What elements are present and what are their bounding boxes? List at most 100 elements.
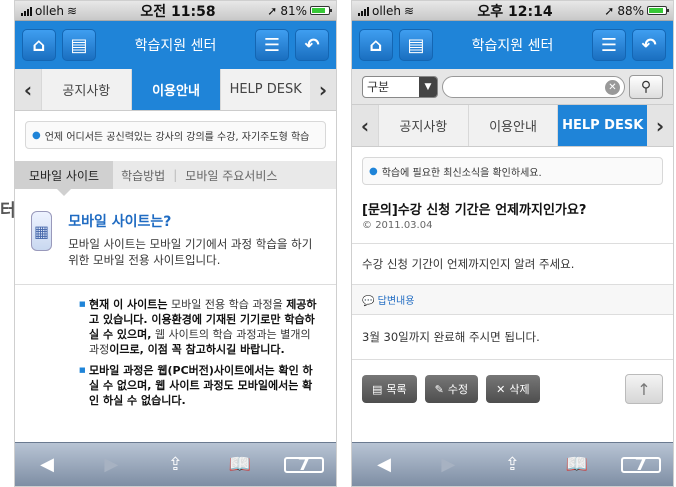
question-date: 2011.03.04 [375,220,433,231]
notice-box: ● 언제 어디서든 공신력있는 강사의 강의를 수강, 자기주도형 학습 [25,121,326,149]
subtab-mobile-services[interactable]: 모바일 주요서비스 [177,167,285,184]
battery-text: 81% [280,3,307,18]
phone-screen-2: olleh ≋ 오후 12:14 ➚ 88% ⌂ ▤ 학습지원 센터 ☰ ↶ 구… [351,0,674,487]
category-select-value: 구분 [367,80,390,94]
document-icon: ▤ [372,382,383,396]
clock: 오후 12:14 [477,3,553,20]
home-icon[interactable]: ⌂ [359,29,393,61]
list-item-text: 모바일 전용 학습 과정을 [167,298,287,311]
list-item-bold: 현재 이 사이트는 [89,298,168,311]
answer-label: 답변내용 [377,296,415,307]
home-icon[interactable]: ⌂ [22,29,56,61]
back-arrow-icon[interactable]: ◀ [364,454,404,475]
tab-guide[interactable]: 이용안내 [467,105,558,146]
list-item-bold: 모바일 과정은 웹(PC버전)사이트에서는 확인 하실 수 없으며, 웹 사이트… [89,364,313,407]
location-icon: ➚ [267,3,278,18]
tabs-icon[interactable]: 7 [620,454,661,475]
header-title: 학습지원 센터 [471,38,554,54]
mobile-phone-icon: ▦ [31,211,53,251]
header-title: 학습지원 센터 [134,38,217,54]
list-item-bold: 이므로, 이점 꼭 참고하시길 바랍니다. [109,343,285,356]
list-icon[interactable]: ☰ [255,29,289,61]
menu-box-icon[interactable]: ▤ [62,29,96,61]
list-button-label: 목록 [386,383,407,396]
tabs-icon[interactable]: 7 [283,454,324,475]
carrier-name: olleh [372,3,401,18]
tab-count: 7 [620,456,661,474]
bookmarks-icon[interactable]: 📖 [220,454,260,475]
back-icon[interactable]: ↶ [632,29,666,61]
forward-arrow-icon[interactable]: ▶ [428,454,468,475]
tab-notice[interactable]: 공지사항 [378,105,468,146]
app-header: ⌂ ▤ 학습지원 센터 ☰ ↶ [15,21,336,69]
status-bar: olleh ≋ 오전 11:58 ➚ 81% [15,1,336,21]
list-icon[interactable]: ☰ [592,29,626,61]
bookmarks-icon[interactable]: 📖 [557,454,597,475]
question-body: 수강 신청 기간이 언제까지인지 알려 주세요. [352,243,673,284]
question-date-row: © 2011.03.04 [352,218,673,231]
tab-next-icon[interactable]: › [647,105,673,146]
scroll-top-icon[interactable]: ↑ [625,374,663,404]
carrier: olleh ≋ [358,4,453,18]
search-icon[interactable]: ⚲ [629,74,663,99]
info-list: 현재 이 사이트는 모바일 전용 학습 과정을 제공하고 있습니다. 이용환경에… [15,285,336,408]
bullet-icon: ● [369,165,378,177]
carrier: olleh ≋ [21,4,116,18]
tab-prev-icon[interactable]: ‹ [15,69,41,110]
tab-next-icon[interactable]: › [310,69,336,110]
tab-helpdesk[interactable]: HELP DESK [557,105,648,146]
location-icon: ➚ [604,3,615,18]
battery-icon [310,6,332,15]
status-bar: olleh ≋ 오후 12:14 ➚ 88% [352,1,673,21]
tab-bar: ‹ 공지사항 이용안내 HELP DESK › [15,69,336,111]
wifi-icon: ≋ [67,3,78,18]
browser-toolbar: ◀ ▶ ⇪ 📖 7 [352,442,673,486]
menu-box-icon[interactable]: ▤ [399,29,433,61]
tab-helpdesk[interactable]: HELP DESK [220,69,310,110]
tab-notice[interactable]: 공지사항 [41,69,131,110]
delete-button[interactable]: ✕ 삭제 [486,375,540,403]
tab-guide[interactable]: 이용안내 [130,69,221,110]
clear-icon[interactable]: ✕ [605,79,620,95]
notice-box: ● 학습에 필요한 최신소식을 확인하세요. [362,157,663,185]
tab-count: 7 [283,456,324,474]
search-input[interactable]: ✕ [442,75,625,98]
mobile-site-section: ▦ 모바일 사이트는? 모바일 사이트는 모바일 기기에서 과정 학습을 하기 … [15,189,336,268]
question-title: [문의]수강 신청 기간은 언제까지인가요? [362,203,587,218]
sub-tabs: 모바일 사이트 학습방법 | 모바일 주요서비스 [15,161,336,196]
search-bar: 구분 ▼ ✕ ⚲ [352,69,673,105]
wifi-icon: ≋ [404,3,415,18]
notice-text: 학습에 필요한 최신소식을 확인하세요. [381,167,542,179]
share-icon[interactable]: ⇪ [492,454,532,475]
answer-label-row: 💬 답변내용 [352,284,673,314]
close-icon: ✕ [496,382,506,396]
status-right: ➚ 88% [577,3,669,18]
subtab-study-method[interactable]: 학습방법 [113,167,173,184]
edit-button[interactable]: ✎ 수정 [424,375,479,403]
status-right: ➚ 81% [240,3,332,18]
list-item: 모바일 과정은 웹(PC버전)사이트에서는 확인 하실 수 없으며, 웹 사이트… [79,363,322,408]
bullet-icon: ● [32,129,41,141]
mobile-site-info: 모바일 사이트는? 모바일 사이트는 모바일 기기에서 과정 학습을 하기 위한… [68,211,324,268]
back-icon[interactable]: ↶ [295,29,329,61]
carrier-name: olleh [35,3,64,18]
share-icon[interactable]: ⇪ [155,454,195,475]
subtab-mobile-site[interactable]: 모바일 사이트 [15,161,114,196]
app-header: ⌂ ▤ 학습지원 센터 ☰ ↶ [352,21,673,69]
tab-prev-icon[interactable]: ‹ [352,105,378,146]
battery-icon [647,6,669,15]
back-arrow-icon[interactable]: ◀ [27,454,67,475]
copyright-icon: © [362,220,376,231]
battery-text: 88% [617,3,644,18]
forward-arrow-icon[interactable]: ▶ [91,454,131,475]
action-buttons: ▤ 목록 ✎ 수정 ✕ 삭제 ↑ [352,360,673,404]
answer-body: 3월 30일까지 완료해 주시면 됩니다. [352,314,673,360]
list-button[interactable]: ▤ 목록 [362,375,417,403]
notice-text: 언제 어디서든 공신력있는 강사의 강의를 수강, 자기주도형 학습 [44,131,310,143]
speech-bubble-icon: 💬 [362,296,378,307]
clock: 오전 11:58 [140,3,216,20]
tab-bar: ‹ 공지사항 이용안내 HELP DESK › [352,105,673,147]
delete-button-label: 삭제 [509,383,530,396]
category-select[interactable]: 구분 ▼ [362,75,438,98]
side-character: 터 [0,201,16,221]
